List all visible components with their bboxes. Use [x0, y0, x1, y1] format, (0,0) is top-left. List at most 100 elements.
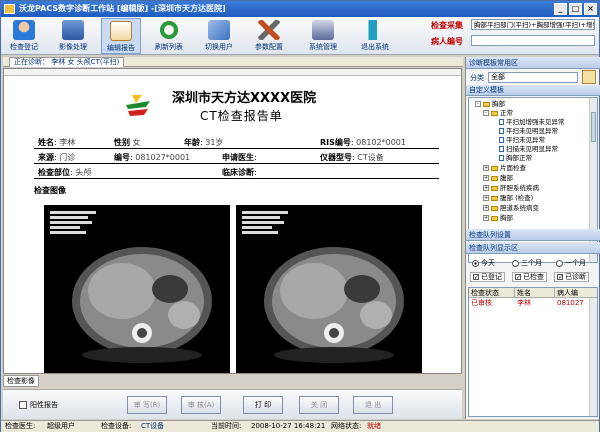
column-header[interactable]: 检查状态 [469, 288, 515, 298]
table-scrollbar[interactable] [589, 298, 597, 416]
refresh-list-button[interactable]: 刷新列表 [149, 18, 189, 54]
title-bar: 沃龙PACS数字诊断工作站 [编辑版] -[深圳市天方达医院] _ □ × [1, 1, 599, 17]
number-label: 编号 [114, 153, 130, 162]
tree-node[interactable]: + 腹部 (检查) [483, 194, 533, 202]
ris-label: RIS编号 [320, 138, 351, 147]
checkbox-examined[interactable]: ✓ 已检查 [512, 272, 547, 282]
switch-user-label: 切换用户 [205, 43, 233, 51]
image-section-label: 检查图像 [34, 186, 66, 195]
maximize-button[interactable]: □ [569, 3, 582, 15]
close-button[interactable]: × [584, 3, 597, 15]
check-method-field[interactable]: 胸部平扫部门(平扫)+胸部增强(平扫)+增强(平扫) [471, 19, 595, 30]
tree-node[interactable]: - 正常 [483, 109, 513, 117]
folder-icon [491, 165, 498, 171]
close-report-button[interactable]: 关 闭 [299, 396, 339, 414]
image-process-button[interactable]: 影像处理 [53, 18, 93, 54]
report-title: CT检查报告单 [200, 109, 283, 123]
radio-one-month[interactable]: 一个月 [556, 258, 586, 268]
source-label: 来源 [38, 153, 54, 162]
column-header[interactable]: 姓名 [515, 288, 555, 298]
checkbox-label: 已登记 [481, 273, 502, 281]
report-icon [110, 21, 132, 41]
radio-three-months[interactable]: 三个月 [512, 258, 542, 268]
check-icon: ✓ [515, 274, 522, 281]
refresh-list-label: 刷新列表 [155, 43, 183, 51]
tree-label: 胆道系统病变 [500, 204, 539, 212]
ct-image-right[interactable] [236, 205, 422, 374]
tree-node[interactable]: 平扫未见异常 [499, 136, 545, 144]
tree-node[interactable]: + 肝胆系统疾病 [483, 184, 539, 192]
exit-system-label: 退出系统 [361, 43, 389, 51]
part-label: 检查部位 [38, 168, 70, 177]
status-net-label: 网络状态: [331, 422, 362, 430]
right-panel: 诊断模板常用区 分类 全部 自定义模板 - 胸部 - 正常 平扫加增强未见异常 平扫… [465, 57, 600, 419]
tree-node[interactable]: 扫描未见明显异常 [499, 145, 558, 153]
edit-report-button[interactable]: 编辑报告 [101, 18, 141, 54]
clinical-diagnosis-label: 临床诊断 [222, 168, 254, 177]
queue-settings-title: 检查队列设置 [466, 229, 600, 241]
status-time: 2008-10-27 16:48:21 [251, 422, 326, 430]
system-manage-button[interactable]: 系统管理 [301, 18, 345, 54]
review-button[interactable]: 审 写(R) [127, 396, 167, 414]
ruler [4, 69, 461, 76]
expand-icon: + [483, 215, 489, 221]
patient-source: 门诊 [59, 153, 76, 162]
patient-id-field[interactable] [471, 35, 595, 46]
window-title: 沃龙PACS数字诊断工作站 [编辑版] -[深圳市天方达医院] [19, 4, 226, 13]
report-editor[interactable]: 深圳市天方达XXXX医院 CT检查报告单 姓名: 李林 性别 女 年龄: 31岁… [3, 68, 462, 374]
switch-user-button[interactable]: 切换用户 [199, 18, 239, 54]
queue-table[interactable]: 检查状态 姓名 病人编 已审核 李林 081027 [468, 287, 598, 417]
tree-node[interactable]: 胸部正常 [499, 154, 532, 162]
tree-node[interactable]: + 胆道系统病变 [483, 204, 539, 212]
ris-number: 08102*0001 [356, 138, 406, 147]
register-button[interactable]: 检查登记 [5, 18, 43, 54]
expand-icon: + [483, 195, 489, 201]
ct-image-left[interactable] [44, 205, 230, 374]
check-method-label: 检查采集 [431, 21, 463, 30]
checkbox-registered[interactable]: ✓ 已登记 [470, 272, 505, 282]
exit-report-button[interactable]: 退 出 [353, 396, 393, 414]
patient-name: 李林 [59, 138, 76, 147]
print-button[interactable]: 打 印 [243, 396, 283, 414]
tree-node[interactable]: 平扫加增强未见异常 [499, 118, 565, 126]
tab-current-diagnosis[interactable]: 正在诊断： 李林 女 头颅CT(平扫) [9, 57, 125, 67]
tree-node[interactable]: - 胸部 [475, 100, 505, 108]
doctor-label: 申请医生 [222, 153, 254, 162]
category-select[interactable]: 全部 [488, 72, 578, 83]
scroll-thumb[interactable] [591, 112, 596, 142]
tree-node[interactable]: + 腹部 [483, 174, 513, 182]
category-label: 分类 [470, 74, 484, 82]
radio-today[interactable]: 今天 [472, 258, 495, 268]
system-manage-label: 系统管理 [309, 43, 337, 51]
tree-label: 腹部 [500, 174, 513, 182]
exit-system-button[interactable]: 退出系统 [353, 18, 397, 54]
app-window: 沃龙PACS数字诊断工作站 [编辑版] -[深圳市天方达医院] _ □ × 检查… [0, 0, 600, 432]
check-icon: ✓ [473, 274, 480, 281]
positive-report-checkbox[interactable]: 阳性报告 [19, 400, 58, 410]
collapse-icon: - [475, 101, 481, 107]
minimize-button[interactable]: _ [554, 3, 567, 15]
checkbox-diagnosed[interactable]: ✓ 已诊断 [554, 272, 589, 282]
column-header[interactable]: 病人编 [555, 288, 597, 298]
checkbox-label: 已诊断 [565, 273, 586, 281]
queue-list-title: 检查队列显示区 [466, 242, 600, 254]
tree-label: 正常 [500, 109, 513, 117]
collapse-icon: - [483, 110, 489, 116]
device-label: 仪器型号 [320, 153, 352, 162]
patient-sex: 女 [132, 138, 141, 147]
template-search-icon[interactable] [582, 70, 596, 84]
tab-check-images[interactable]: 检查影像 [3, 375, 39, 387]
radio-label: 一个月 [565, 259, 586, 267]
tree-node[interactable]: + 片面检查 [483, 164, 526, 172]
param-config-button[interactable]: 参数配置 [247, 18, 291, 54]
audit-button[interactable]: 审 核(A) [181, 396, 221, 414]
status-device: CT设备 [141, 422, 165, 430]
tree-label: 片面检查 [500, 164, 526, 172]
table-cell-status[interactable]: 已审核 [469, 299, 515, 308]
document-icon [499, 155, 504, 161]
radio-label: 三个月 [521, 259, 542, 267]
tree-node[interactable]: 平扫未见明显异常 [499, 127, 558, 135]
tree-node[interactable]: + 胸部 [483, 214, 513, 222]
table-cell-name[interactable]: 李林 [515, 299, 555, 308]
status-net: 就绪 [367, 422, 381, 430]
